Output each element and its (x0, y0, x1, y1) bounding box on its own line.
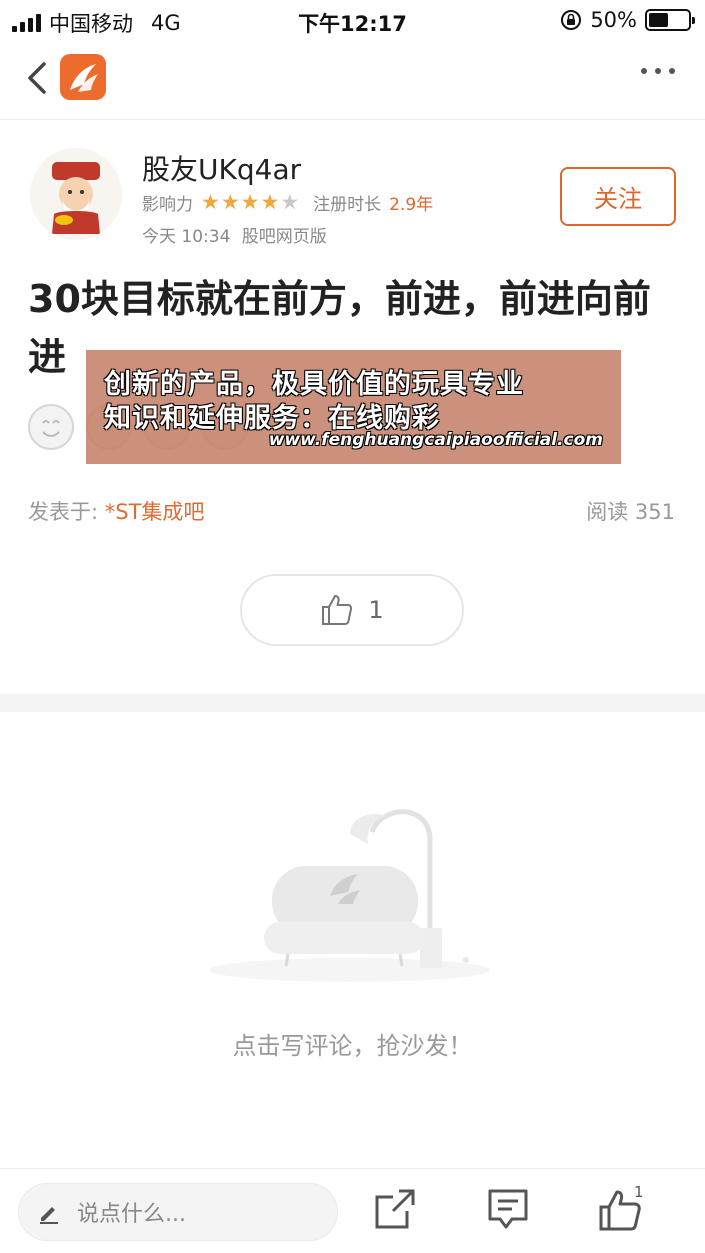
reg-value: 2.9年 (389, 195, 434, 215)
app-logo-icon[interactable] (60, 54, 106, 100)
author-name[interactable]: 股友UKq4ar (142, 148, 301, 188)
battery-level (649, 13, 668, 27)
star-filled-icon: ★ (220, 190, 240, 214)
star-filled-icon: ★ (240, 190, 260, 214)
posted-in: 发表于: *ST集成吧 (28, 496, 204, 526)
star-filled-icon: ★ (260, 190, 280, 214)
smile-emoji-icon (28, 404, 74, 450)
comment-placeholder: 说点什么... (77, 1202, 186, 1227)
reg-label: 注册时长 (313, 195, 382, 215)
post-time: 今天 10:34 (142, 227, 231, 247)
post-like-button[interactable]: 1 (240, 574, 464, 646)
posted-in-label: 发表于: (28, 500, 105, 524)
empty-sofa-illustration (210, 809, 490, 982)
battery-icon (645, 9, 695, 31)
post-source: 股吧网页版 (241, 227, 327, 247)
influence-stars: ★ ★ ★ ★ ★ (201, 192, 299, 213)
read-count: 阅读 351 (586, 500, 675, 524)
chevron-left-icon[interactable] (22, 58, 52, 98)
author-meta: 影响力 ★ ★ ★ ★ ★ 注册时长 2.9年 (142, 190, 434, 216)
empty-comment-prompt[interactable]: 点击写评论，抢沙发！ (0, 1026, 705, 1061)
status-bar: 中国移动 4G 下午12:17 50% (0, 0, 705, 40)
forum-link[interactable]: *ST集成吧 (105, 500, 205, 524)
thumbs-up-icon (322, 595, 353, 625)
orientation-lock-icon (561, 10, 582, 30)
bottom-bar: 说点什么... 1 (0, 1168, 705, 1253)
section-divider (0, 694, 705, 712)
comment-icon[interactable] (486, 1187, 530, 1233)
share-icon[interactable] (373, 1187, 417, 1233)
ad-banner[interactable]: 创新的产品，极具价值的玩具专业 知识和延伸服务：在线购彩 www.fenghua… (86, 350, 621, 464)
post-time-row: 今天 10:34 股吧网页版 (142, 222, 327, 247)
influence-label: 影响力 (142, 195, 193, 215)
edit-icon (40, 1207, 58, 1224)
comment-input[interactable]: 说点什么... (18, 1183, 338, 1241)
star-empty-icon: ★ (280, 190, 300, 214)
post-like-count: 1 (368, 596, 384, 624)
battery-percent: 50% (590, 8, 637, 32)
status-right: 50% (560, 8, 695, 32)
like-badge: 1 (634, 1183, 644, 1201)
ad-url[interactable]: www.fenghuangcaipiaoofficial.com (269, 430, 603, 450)
follow-button[interactable]: 关注 (560, 167, 676, 226)
avatar[interactable] (30, 148, 122, 240)
star-filled-icon: ★ (201, 190, 220, 214)
nav-bar (0, 40, 705, 120)
more-dots-icon[interactable] (641, 68, 675, 74)
